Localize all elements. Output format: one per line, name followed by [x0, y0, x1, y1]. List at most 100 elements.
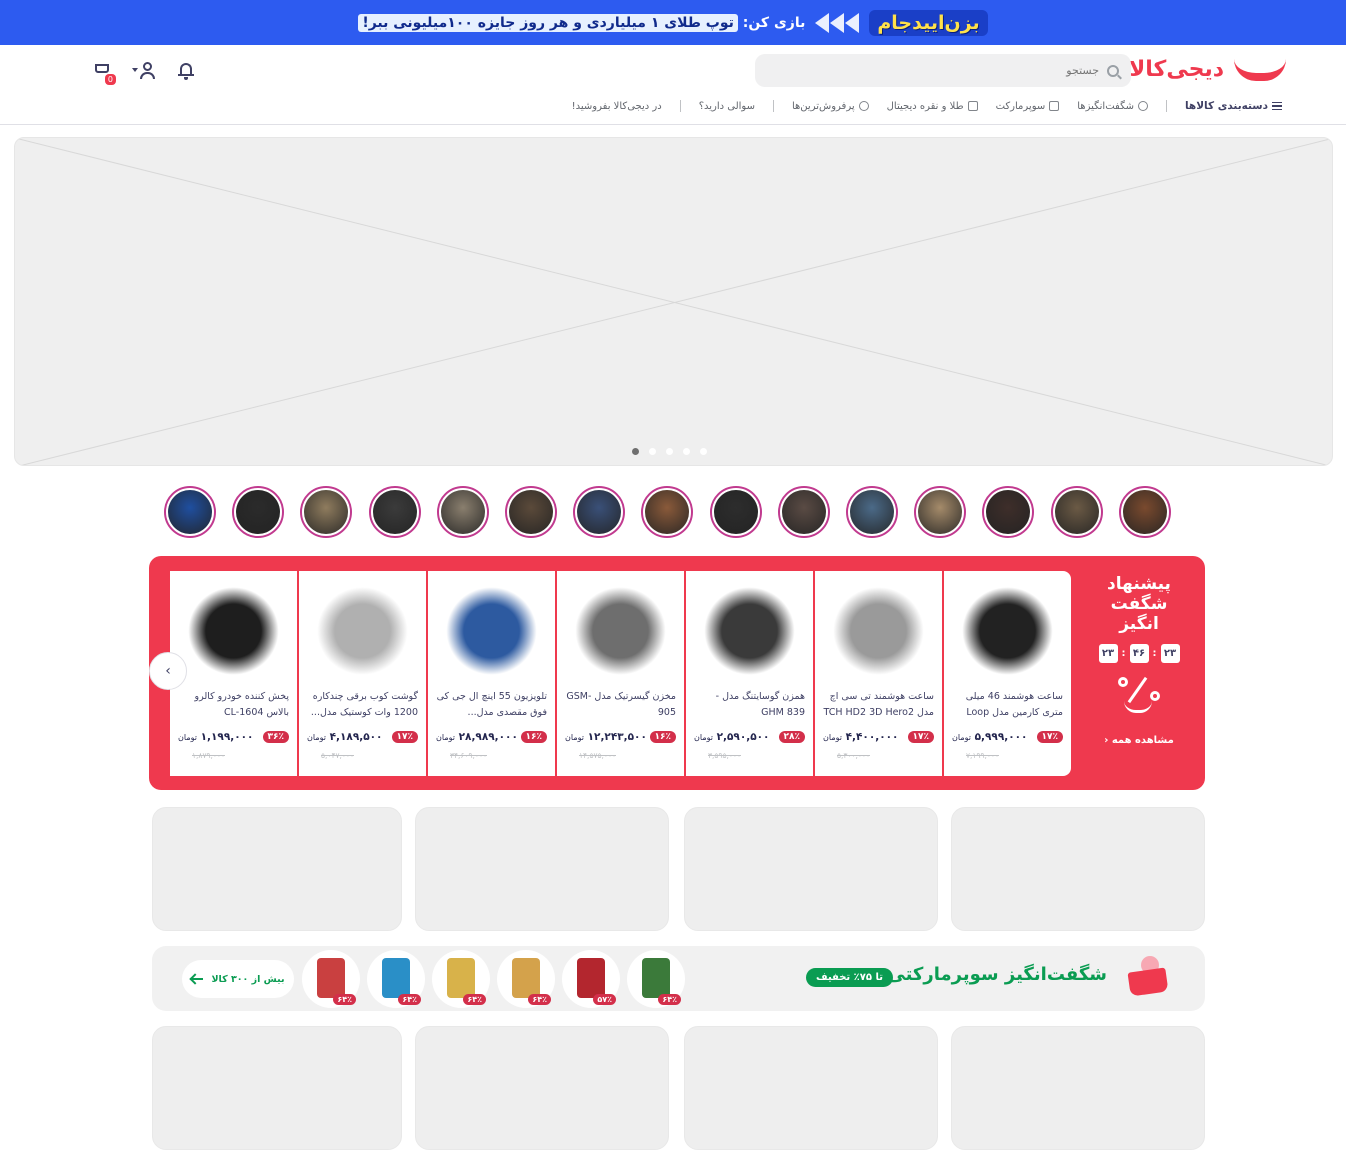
- old-price: ۵,۰۴۷,۰۰۰: [321, 751, 354, 760]
- nav-item-categories[interactable]: دسته‌بندی کالاها: [1185, 100, 1282, 112]
- banner-placeholder[interactable]: [951, 1026, 1205, 1150]
- old-price: ۵,۳۰۰,۰۰۰: [837, 751, 870, 760]
- carousel-dot[interactable]: [649, 448, 656, 455]
- nav-divider: [1165, 100, 1167, 112]
- nav-item-amazing[interactable]: شگفت‌انگیزها: [1077, 101, 1148, 112]
- story-avatar[interactable]: [914, 486, 966, 538]
- promo-banner[interactable]: بازی کن: توپ طلای ۱ میلیاردی و هر روز جا…: [0, 0, 1346, 45]
- fire-icon: [858, 101, 869, 111]
- see-all-label: مشاهده همه: [1111, 735, 1174, 746]
- timer-hours: ۲۳: [1160, 644, 1180, 663]
- banner-placeholder[interactable]: [684, 807, 938, 931]
- product-name: پخش کننده خودرو کالرو بالاس CL-1604: [194, 691, 290, 718]
- product-image: [698, 581, 801, 681]
- supermarket-offers[interactable]: شگفت‌انگیز سوپرمارکتی تا ۷۵٪ تخفیف ۶۴٪ ۵۷…: [152, 946, 1205, 1011]
- product-price: ۴,۱۸۹,۵۰۰ تومان: [307, 731, 382, 743]
- product-image: [956, 581, 1059, 681]
- hero-banner-placeholder[interactable]: [14, 137, 1333, 466]
- price-value: ۲,۵۹۰,۵۰۰: [716, 731, 770, 743]
- stories-row: [164, 486, 1184, 540]
- story-avatar[interactable]: [232, 486, 284, 538]
- story-avatar[interactable]: [846, 486, 898, 538]
- currency-label: تومان: [178, 733, 197, 742]
- discount-badge: ۱۷٪: [391, 731, 418, 743]
- nav-item-sell[interactable]: در دیجی‌کالا بفروشید!: [572, 101, 662, 112]
- carousel-dot[interactable]: [683, 448, 690, 455]
- story-avatar[interactable]: [437, 486, 489, 538]
- currency-label: تومان: [694, 733, 713, 742]
- search-icon: [1107, 64, 1119, 77]
- amazing-product-list: ساعت هوشمند 46 میلی متری کارمین مدل Loop…: [170, 571, 1071, 776]
- supermarket-item[interactable]: ۶۴٪: [497, 950, 555, 1008]
- chevron-left-icon: ‹: [1104, 735, 1109, 746]
- carousel-dot[interactable]: [700, 448, 707, 455]
- supermarket-item[interactable]: ۵۷٪: [562, 950, 620, 1008]
- product-image: [382, 958, 410, 998]
- cart-count-badge: 0: [104, 74, 116, 85]
- product-name: مخزن گیسرتیک مدل -GSM 905: [566, 691, 676, 718]
- banner-placeholder[interactable]: [152, 1026, 402, 1150]
- story-avatar[interactable]: [164, 486, 216, 538]
- user-icon[interactable]: [132, 61, 156, 81]
- product-image: [569, 581, 672, 681]
- supermarket-items: ۶۴٪ ۵۷٪ ۶۴٪ ۶۴٪ ۶۴٪ ۶۴٪: [302, 950, 685, 1008]
- basket-icon: [1049, 101, 1060, 111]
- cart-icon[interactable]: 0: [92, 61, 116, 85]
- product-name: تلویزیون 55 اینچ ال جی کی فوق مقصدی مدل.…: [436, 691, 547, 718]
- story-avatar[interactable]: [1051, 486, 1103, 538]
- nav-item-bestsellers[interactable]: پرفروش‌ترین‌ها: [792, 101, 869, 112]
- supermarket-more-button[interactable]: بیش از ۳۰۰ کالا: [182, 960, 294, 998]
- product-image: [577, 958, 605, 998]
- story-avatar[interactable]: [710, 486, 762, 538]
- old-price: ۱۴,۵۷۵,۰۰۰: [579, 751, 616, 760]
- story-avatar[interactable]: [1119, 486, 1171, 538]
- search-box[interactable]: [755, 54, 1131, 87]
- banner-placeholder[interactable]: [684, 1026, 938, 1150]
- supermarket-item[interactable]: ۶۴٪: [302, 950, 360, 1008]
- search-input[interactable]: [799, 64, 1099, 77]
- bell-icon[interactable]: [178, 62, 194, 80]
- logo-text: دیجی‌کالا: [1128, 57, 1224, 82]
- discount-badge: ۱۷٪: [907, 731, 934, 743]
- story-avatar[interactable]: [505, 486, 557, 538]
- amazing-title-line: شگفت: [1110, 594, 1168, 614]
- product-name: همزن گوسایتنگ مدل -GHM 839: [715, 691, 805, 718]
- story-avatar[interactable]: [369, 486, 421, 538]
- image-placeholder-icon: [15, 138, 1332, 465]
- carousel-prev-button[interactable]: ‹: [149, 652, 187, 690]
- amazing-title-line: پیشنهاد: [1107, 574, 1171, 594]
- product-card[interactable]: پخش کننده خودرو کالرو بالاس CL-1604 ۳۶٪ ۱,…: [170, 571, 297, 776]
- supermarket-item[interactable]: ۶۴٪: [367, 950, 425, 1008]
- nav-label: طلا و نقره دیجیتال: [886, 100, 964, 112]
- nav-item-faq[interactable]: سوالی دارید؟: [699, 101, 755, 112]
- supermarket-item[interactable]: ۶۴٪: [432, 950, 490, 1008]
- price-value: ۲۸,۹۸۹,۰۰۰: [458, 731, 518, 743]
- banner-placeholder[interactable]: [951, 807, 1205, 931]
- nav-item-supermarket[interactable]: سوپرمارکت: [996, 101, 1060, 112]
- digikala-logo[interactable]: دیجی‌کالا: [1129, 57, 1286, 82]
- story-avatar[interactable]: [300, 486, 352, 538]
- product-card[interactable]: مخزن گیسرتیک مدل -GSM 905 ۱۶٪ ۱۲,۲۴۳,۵۰۰ ت…: [557, 571, 684, 776]
- carousel-dot[interactable]: [632, 448, 639, 455]
- banner-placeholder[interactable]: [152, 807, 402, 931]
- product-card[interactable]: ساعت هوشمند تی سی اچ مدل TCH HD2 3D Hero…: [815, 571, 942, 776]
- see-all-link[interactable]: مشاهده همه ‹: [1073, 735, 1205, 746]
- product-card[interactable]: ساعت هوشمند 46 میلی متری کارمین مدل Loop…: [944, 571, 1071, 776]
- more-label: بیش از ۳۰۰ کالا: [211, 973, 285, 985]
- story-avatar[interactable]: [982, 486, 1034, 538]
- carousel-dot[interactable]: [666, 448, 673, 455]
- header-actions: 0: [92, 61, 194, 85]
- story-avatar[interactable]: [641, 486, 693, 538]
- product-image: [440, 581, 543, 681]
- banner-placeholder[interactable]: [415, 1026, 669, 1150]
- product-card[interactable]: همزن گوسایتنگ مدل -GHM 839 ۲۸٪ ۲,۵۹۰,۵۰۰ ت…: [686, 571, 813, 776]
- product-price: ۵,۹۹۹,۰۰۰ تومان: [952, 731, 1027, 743]
- product-card[interactable]: گوشت کوب برقی چندکاره 1200 وات کوستیک مد…: [299, 571, 426, 776]
- nav-label: دسته‌بندی کالاها: [1184, 100, 1268, 112]
- nav-item-gold[interactable]: طلا و نقره دیجیتال: [887, 101, 978, 112]
- product-card[interactable]: تلویزیون 55 اینچ ال جی کی فوق مقصدی مدل.…: [428, 571, 555, 776]
- banner-placeholder[interactable]: [415, 807, 669, 931]
- supermarket-item[interactable]: ۶۴٪: [627, 950, 685, 1008]
- story-avatar[interactable]: [778, 486, 830, 538]
- story-avatar[interactable]: [573, 486, 625, 538]
